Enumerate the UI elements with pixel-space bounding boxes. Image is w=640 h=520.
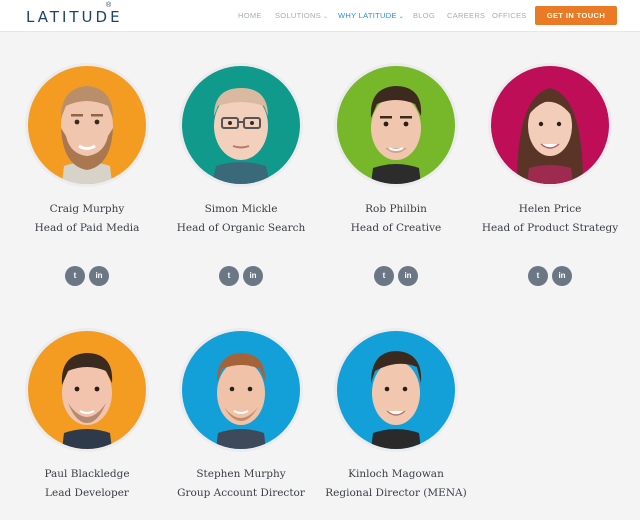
- site-header: LATITUDE ® HOME SOLUTIONS ⌄ WHY LATITUDE ⌄…: [0, 0, 640, 32]
- nav-why-latitude[interactable]: WHY LATITUDE ⌄: [338, 11, 404, 20]
- avatar-circle: [182, 66, 300, 184]
- member-name: Paul Blackledge: [44, 468, 130, 480]
- member-role: Head of Paid Media: [34, 222, 140, 234]
- face-illustration-glasses: [182, 66, 300, 184]
- avatar-circle: [28, 331, 146, 449]
- avatar: [25, 63, 149, 187]
- member-role: Group Account Director: [177, 487, 305, 499]
- nav-offices[interactable]: OFFICES: [492, 11, 527, 20]
- face-illustration-short-dark-hair: [28, 331, 146, 449]
- member-role: Head of Product Strategy: [481, 222, 619, 234]
- avatar-circle: [337, 331, 455, 449]
- linkedin-icon[interactable]: in: [398, 266, 418, 286]
- avatar: [488, 63, 612, 187]
- member-name: Simon Mickle: [204, 203, 278, 215]
- member-role: Head of Organic Search: [176, 222, 306, 234]
- twitter-icon[interactable]: t: [374, 266, 394, 286]
- twitter-icon[interactable]: t: [65, 266, 85, 286]
- social-links: t in: [473, 266, 627, 286]
- member-name: Kinloch Magowan: [348, 468, 444, 480]
- linkedin-icon[interactable]: in: [243, 266, 263, 286]
- face-illustration-bearded: [28, 66, 146, 184]
- linkedin-icon[interactable]: in: [552, 266, 572, 286]
- avatar: [179, 328, 303, 452]
- registered-mark: ®: [106, 2, 112, 9]
- avatar-circle: [182, 331, 300, 449]
- member-name: Craig Murphy: [49, 203, 125, 215]
- face-illustration-ginger-hair: [182, 331, 300, 449]
- linkedin-icon[interactable]: in: [89, 266, 109, 286]
- twitter-icon[interactable]: t: [219, 266, 239, 286]
- logo[interactable]: LATITUDE: [26, 8, 123, 26]
- nav-home[interactable]: HOME: [238, 11, 262, 20]
- nav-careers[interactable]: CAREERS: [447, 11, 485, 20]
- avatar: [179, 63, 303, 187]
- face-illustration-dark-hair: [337, 66, 455, 184]
- avatar: [334, 328, 458, 452]
- member-name: Rob Philbin: [365, 203, 427, 215]
- chevron-down-icon: ⌄: [398, 14, 405, 20]
- social-links: t in: [164, 266, 318, 286]
- avatar: [334, 63, 458, 187]
- member-name: Stephen Murphy: [196, 468, 286, 480]
- get-in-touch-button[interactable]: GET IN TOUCH: [535, 6, 617, 25]
- nav-blog[interactable]: BLOG: [413, 11, 435, 20]
- nav-solutions[interactable]: SOLUTIONS ⌄: [275, 11, 328, 20]
- social-links: t in: [319, 266, 473, 286]
- avatar: [25, 328, 149, 452]
- member-role: Lead Developer: [45, 487, 129, 499]
- avatar-circle: [491, 66, 609, 184]
- twitter-icon[interactable]: t: [528, 266, 548, 286]
- nav-solutions-label: SOLUTIONS: [275, 11, 322, 20]
- face-illustration-swept-hair: [337, 331, 455, 449]
- avatar-circle: [28, 66, 146, 184]
- member-role: Regional Director (MENA): [325, 487, 467, 499]
- chevron-down-icon: ⌄: [323, 14, 329, 20]
- nav-why-latitude-label: WHY LATITUDE: [338, 11, 397, 20]
- face-illustration-long-hair: [491, 66, 609, 184]
- avatar-circle: [337, 66, 455, 184]
- social-links: t in: [10, 266, 164, 286]
- member-name: Helen Price: [518, 203, 582, 215]
- member-role: Head of Creative: [350, 222, 442, 234]
